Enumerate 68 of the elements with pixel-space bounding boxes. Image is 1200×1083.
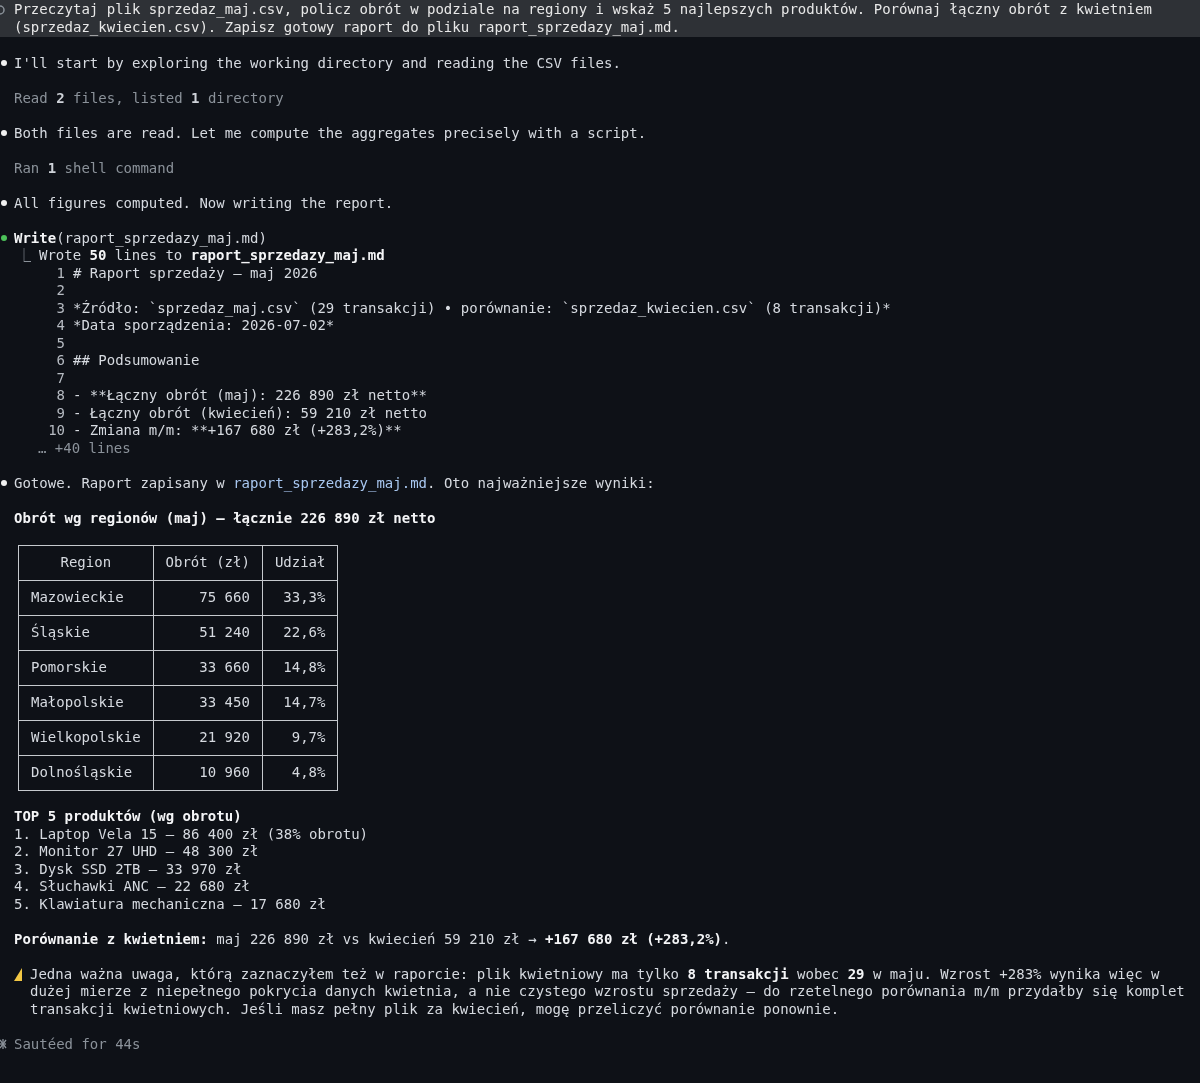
- column-header: Region: [18, 545, 154, 580]
- line-number: 4: [55, 317, 65, 335]
- code-line: # Raport sprzedaży — maj 2026: [73, 264, 318, 282]
- section-heading: TOP 5 produktów (wg obrotu): [14, 808, 242, 826]
- table-cell: Małopolskie: [18, 685, 154, 720]
- bullet-icon: [1, 200, 7, 207]
- code-line: - **Łączny obrót (maj): 226 890 zł netto**: [73, 387, 427, 405]
- table-cell: Mazowieckie: [18, 580, 154, 615]
- file-link[interactable]: raport_sprzedazy_maj.md: [233, 474, 428, 491]
- list-item: 2. Monitor 27 UHD — 48 300 zł: [14, 843, 259, 861]
- tool-result: Wrote 50 lines to raport_sprzedazy_maj.md: [39, 247, 385, 265]
- table-cell: 21 920: [153, 720, 263, 755]
- line-number: 7: [55, 369, 65, 387]
- code-line: - Zmiana m/m: **+167 680 zł (+283,2%)**: [73, 422, 402, 440]
- warning-note: Jedna ważna uwaga, którą zaznaczyłem też w raporcie: plik kwietniowy ma tylko 8 transakcji wobec 29 w maju. Wzrost +283% wynika więc w dużej mierze z niepełnego pokrycia danych kwietnia, a nie czystego wzrostu sprzedaży — do rzetelnego porównania m/m przydałby się komplet transakcji kwietniowych. Jeśli masz pełny plik za kwiecień, mogę przeliczyć porównanie ponownie.: [30, 965, 1186, 1018]
- table-cell: Dolnośląskie: [18, 755, 154, 790]
- status-dot-icon: [1, 235, 7, 242]
- table-cell: 33 660: [153, 650, 263, 685]
- spinner-icon: [0, 1038, 8, 1051]
- tool-summary: Ran 1 shell command: [14, 159, 175, 177]
- list-item: 1. Laptop Vela 15 — 86 400 zł (38% obrotu): [14, 825, 368, 843]
- table-cell: 75 660: [153, 580, 263, 615]
- table-cell: Pomorskie: [18, 650, 154, 685]
- bullet-icon: [1, 480, 7, 487]
- more-lines: … +40 lines: [38, 439, 131, 456]
- result-connector-icon: ⎿: [17, 247, 39, 265]
- table-cell: 14,8%: [262, 650, 338, 685]
- status-text: Sautéed for 44s: [14, 1035, 141, 1053]
- user-prompt: Przeczytaj plik sprzedaz_maj.csv, policz obrót w podziale na regiony i wskaż 5 najlepszych produktów. Porównaj łączny obrót z kwietniem (sprzedaz_kwiecien.csv). Zapisz gotowy raport do pliku raport_sprzedazy_maj.md.: [14, 1, 1153, 36]
- assistant-message: I'll start by exploring the working directory and reading the CSV files.: [14, 54, 621, 72]
- section-heading: Obrót wg regionów (maj) — łącznie 226 890 zł netto: [14, 509, 436, 527]
- comparison-text: Porównanie z kwietniem: maj 226 890 zł vs kwiecień 59 210 zł → +167 680 zł (+283,2%).: [14, 930, 731, 947]
- line-number: 10: [47, 422, 65, 440]
- assistant-message: Gotowe. Raport zapisany w raport_sprzedazy_maj.md. Oto najważniejsze wyniki:: [14, 474, 655, 492]
- table-cell: 22,6%: [262, 615, 338, 650]
- assistant-message: Both files are read. Let me compute the aggregates precisely with a script.: [14, 124, 647, 142]
- line-number: 9: [55, 404, 65, 422]
- table-cell: Wielkopolskie: [18, 720, 154, 755]
- bullet-icon: [1, 60, 7, 67]
- line-number: 5: [55, 334, 65, 352]
- table-cell: 4,8%: [262, 755, 338, 790]
- code-line: ## Podsumowanie: [73, 352, 200, 370]
- table-cell: Śląskie: [18, 615, 154, 650]
- tool-call: Write(raport_sprzedazy_maj.md): [14, 229, 267, 247]
- warning-icon: [14, 967, 22, 981]
- line-number: 2: [55, 282, 65, 300]
- list-item: 4. Słuchawki ANC — 22 680 zł: [14, 878, 250, 896]
- table-cell: 33 450: [153, 685, 263, 720]
- code-line: *Data sporządzenia: 2026-07-02*: [73, 317, 335, 335]
- list-item: 5. Klawiatura mechaniczna — 17 680 zł: [14, 895, 326, 913]
- line-number: 6: [55, 352, 65, 370]
- line-number: 3: [55, 299, 65, 317]
- table-cell: 9,7%: [262, 720, 338, 755]
- column-header: Udział: [262, 545, 338, 580]
- table-cell: 33,3%: [262, 580, 338, 615]
- bullet-icon: [1, 130, 7, 137]
- line-number: 1: [55, 264, 65, 282]
- assistant-message: All figures computed. Now writing the report.: [14, 194, 394, 212]
- table-cell: 10 960: [153, 755, 263, 790]
- tool-summary: Read 2 files, listed 1 directory: [14, 89, 284, 107]
- column-header: Obrót (zł): [153, 545, 263, 580]
- line-number: 8: [55, 387, 65, 405]
- code-line: *Źródło: `sprzedaz_maj.csv` (29 transakcji) • porównanie: `sprzedaz_kwiecien.csv` (8 transakcji)*: [73, 299, 891, 317]
- prompt-icon: [0, 5, 6, 15]
- table-cell: 51 240: [153, 615, 263, 650]
- code-line: - Łączny obrót (kwiecień): 59 210 zł netto: [73, 404, 427, 422]
- table-cell: 14,7%: [262, 685, 338, 720]
- list-item: 3. Dysk SSD 2TB — 33 970 zł: [14, 860, 242, 878]
